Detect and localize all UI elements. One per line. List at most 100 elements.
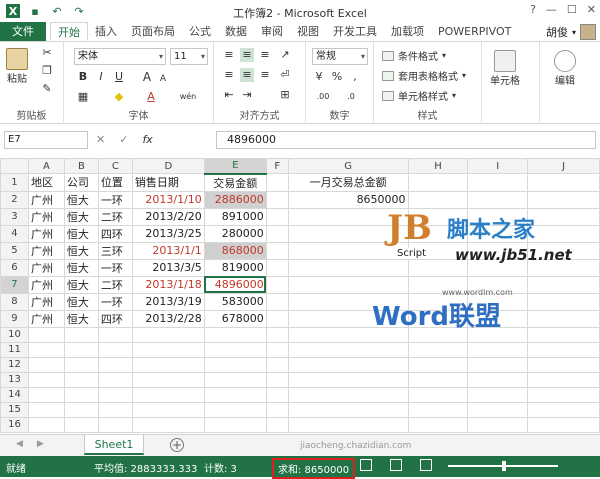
align-top-icon[interactable]: ≡ — [222, 48, 236, 62]
bold-button[interactable]: B — [76, 70, 90, 84]
align-right-icon[interactable]: ≡ — [258, 68, 272, 82]
cell[interactable] — [27, 341, 65, 358]
format-as-table-button[interactable]: 套用表格格式 ▾ — [382, 68, 466, 83]
cell[interactable]: 广州 — [27, 258, 65, 277]
phonetic-button[interactable]: wén — [176, 90, 200, 104]
percent-button[interactable]: % — [330, 70, 344, 84]
cell[interactable]: 819000 — [203, 258, 267, 277]
cell[interactable]: 一环 — [97, 258, 133, 277]
cell[interactable] — [407, 386, 469, 403]
cell[interactable] — [265, 224, 289, 243]
row-header[interactable]: 8 — [0, 292, 29, 311]
border-icon[interactable]: ▦ — [76, 90, 90, 104]
cell[interactable] — [265, 275, 289, 294]
cell[interactable] — [265, 173, 289, 192]
row-header[interactable]: 5 — [0, 241, 29, 260]
cell[interactable]: 公司 — [63, 173, 99, 192]
cell[interactable]: 恒大 — [63, 275, 99, 294]
cell[interactable] — [467, 386, 529, 403]
cell[interactable]: 2013/3/19 — [131, 292, 205, 311]
cut-icon[interactable]: ✂ — [40, 46, 54, 60]
cell[interactable] — [63, 341, 99, 358]
cell[interactable] — [527, 341, 600, 358]
italic-button[interactable]: I — [94, 70, 108, 84]
column-header[interactable]: J — [527, 158, 600, 174]
cell[interactable]: 一环 — [97, 292, 133, 311]
cell[interactable]: 交易金额 — [203, 173, 267, 192]
column-header[interactable]: G — [287, 158, 409, 174]
cell[interactable] — [407, 371, 469, 388]
cell[interactable]: 2013/1/18 — [131, 275, 205, 294]
cell[interactable] — [203, 341, 267, 358]
column-header[interactable]: I — [467, 158, 529, 174]
cell[interactable] — [131, 386, 205, 403]
cell[interactable] — [265, 241, 289, 260]
cell[interactable] — [527, 416, 600, 433]
cell[interactable] — [97, 401, 133, 418]
cell[interactable]: 恒大 — [63, 292, 99, 311]
cell[interactable] — [203, 326, 267, 343]
cell[interactable] — [203, 386, 267, 403]
cell[interactable] — [63, 416, 99, 433]
cell[interactable]: 2013/3/5 — [131, 258, 205, 277]
cell-styles-button[interactable]: 单元格样式 ▾ — [382, 88, 456, 103]
cell[interactable] — [265, 341, 289, 358]
normal-view-icon[interactable] — [360, 459, 372, 471]
row-header[interactable]: 13 — [0, 371, 29, 388]
increase-decimal-button[interactable]: .00 — [312, 90, 334, 104]
comma-button[interactable]: , — [348, 70, 362, 84]
grow-font-button[interactable]: A — [140, 70, 154, 84]
cell[interactable] — [527, 275, 600, 294]
cell[interactable] — [265, 258, 289, 277]
wrap-text-icon[interactable]: ⏎ — [278, 68, 292, 82]
cell[interactable] — [467, 416, 529, 433]
cell[interactable] — [287, 401, 409, 418]
excel-logo-icon[interactable]: X — [6, 4, 20, 18]
tab-addins[interactable]: 加载项 — [384, 22, 431, 41]
cell[interactable] — [27, 401, 65, 418]
tab-formulas[interactable]: 公式 — [182, 22, 218, 41]
cell[interactable]: 广州 — [27, 224, 65, 243]
row-header[interactable]: 3 — [0, 207, 29, 226]
row-header[interactable]: 12 — [0, 356, 29, 373]
cell[interactable] — [467, 401, 529, 418]
zoom-knob[interactable] — [502, 461, 506, 471]
undo-icon[interactable]: ↶ — [50, 4, 64, 18]
row-header[interactable]: 2 — [0, 190, 29, 209]
add-sheet-button[interactable]: + — [170, 438, 184, 452]
orientation-icon[interactable]: ↗ — [278, 48, 292, 62]
cell[interactable]: 广州 — [27, 292, 65, 311]
insert-function-icon[interactable]: fx — [142, 133, 152, 146]
tab-view[interactable]: 视图 — [290, 22, 326, 41]
formula-input[interactable]: 4896000 — [216, 131, 596, 149]
name-box[interactable]: E7 — [4, 131, 88, 149]
increase-indent-icon[interactable]: ⇥ — [240, 88, 254, 102]
cell[interactable]: 二环 — [97, 207, 133, 226]
tab-review[interactable]: 审阅 — [254, 22, 290, 41]
cell[interactable]: 广州 — [27, 241, 65, 260]
row-header[interactable]: 10 — [0, 326, 29, 343]
cell[interactable] — [27, 416, 65, 433]
cell[interactable] — [287, 341, 409, 358]
column-header[interactable]: E — [203, 158, 267, 175]
currency-icon[interactable]: ¥ — [312, 70, 326, 84]
cell[interactable] — [203, 416, 267, 433]
cell[interactable] — [265, 292, 289, 311]
cell[interactable]: 8650000 — [287, 190, 409, 209]
cell[interactable]: 一月交易总金额 — [287, 173, 409, 192]
cell[interactable] — [527, 326, 600, 343]
cell[interactable] — [265, 356, 289, 373]
cell[interactable] — [27, 356, 65, 373]
row-header[interactable]: 16 — [0, 416, 29, 433]
cell[interactable] — [527, 309, 600, 328]
merge-center-icon[interactable]: ⊞ — [278, 88, 292, 102]
cell[interactable] — [203, 356, 267, 373]
cell[interactable] — [287, 386, 409, 403]
cell[interactable]: 2886000 — [203, 190, 267, 209]
cell[interactable]: 广州 — [27, 275, 65, 294]
row-header[interactable]: 11 — [0, 341, 29, 358]
cell[interactable]: 2013/2/20 — [131, 207, 205, 226]
row-header[interactable]: 4 — [0, 224, 29, 243]
cell[interactable] — [407, 173, 469, 192]
column-header[interactable]: D — [131, 158, 205, 174]
